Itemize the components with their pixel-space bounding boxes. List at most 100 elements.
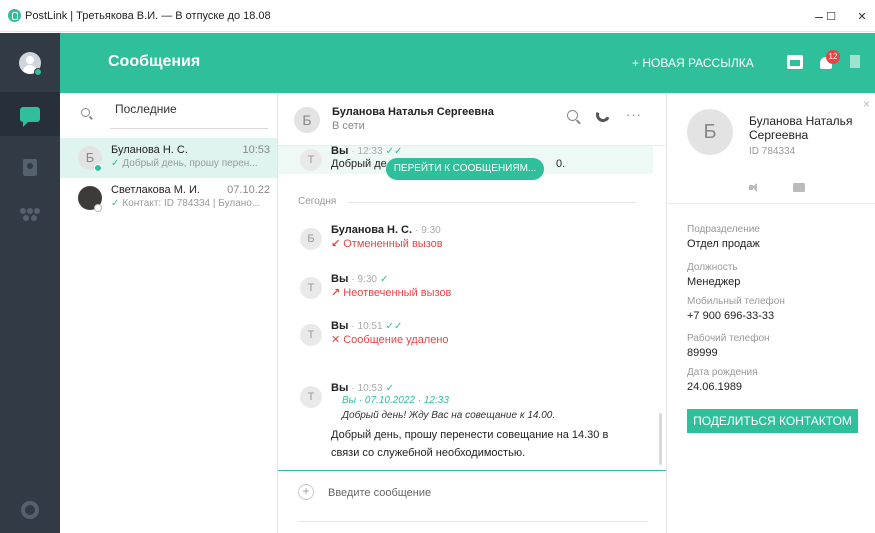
field-value-position: Менеджер (687, 276, 741, 288)
field-value-mobile[interactable]: +7 900 696-33-33 (687, 310, 774, 322)
field-label-work-phone: Рабочий телефон (687, 333, 770, 344)
rail-settings[interactable] (0, 488, 60, 532)
call-status: ↙ Отмененный вызов (331, 237, 443, 250)
message-time: · 9:30 (415, 225, 441, 236)
message-text-tail: 0. (556, 158, 566, 170)
field-label-birthday: Дата рождения (687, 367, 758, 378)
folder-icon[interactable] (793, 183, 805, 192)
read-check-icon: ✓✓ (385, 321, 403, 332)
conversation-name[interactable]: Буланова Наталья Сергеевна (332, 106, 494, 118)
call-status-text: Отмененный вызов (343, 238, 443, 250)
attach-plus-button[interactable]: + (298, 484, 314, 500)
online-status-dot (34, 68, 42, 76)
missed-call-arrow-icon: ↙ (331, 238, 341, 250)
search-underline (110, 128, 268, 129)
calendar-icon[interactable] (787, 55, 803, 69)
close-icon: ✕ (857, 10, 867, 23)
avatar: Б (687, 109, 733, 155)
call-status: ↗ Неотвеченный вызов (331, 286, 451, 299)
search-icon[interactable] (567, 110, 578, 121)
chat-name: Буланова Н. С. (111, 144, 188, 156)
author-name: Буланова Н. С. (331, 224, 413, 236)
field-label-position: Должность (687, 262, 738, 273)
message-text: Добрый де (331, 158, 387, 170)
deleted-status-text: Сообщение удалено (343, 334, 449, 346)
sent-check-icon: ✓ (380, 274, 389, 285)
divider (667, 203, 875, 204)
maximize-button[interactable]: ☐ (815, 0, 847, 32)
contacts-book-icon (23, 158, 37, 176)
maximize-icon: ☐ (826, 10, 836, 23)
chat-filter-label[interactable]: Последние (115, 102, 177, 116)
online-status-dot (94, 164, 102, 172)
avatar: Т (300, 277, 322, 299)
bookmark-icon[interactable] (850, 55, 860, 68)
check-icon: ✓ (111, 158, 120, 169)
groups-icon (20, 208, 40, 222)
scrollbar[interactable] (659, 413, 662, 465)
chat-preview-text: Добрый день, прошу перен... (122, 158, 258, 169)
left-rail (0, 33, 60, 533)
check-icon: ✓ (111, 198, 120, 209)
rail-messages[interactable] (0, 92, 60, 136)
conversation-status: В сети (332, 120, 365, 132)
chat-list: Последние Б Буланова Н. С. 10:53 ✓ Добрый… (60, 93, 278, 533)
contact-id: ID 784334 (749, 146, 796, 157)
avatar: Т (300, 386, 322, 408)
jump-to-messages-button[interactable]: ПЕРЕЙТИ К СООБЩЕНИЯМ... (386, 158, 544, 180)
contact-name: Буланова Наталья Сергеевна (749, 114, 853, 142)
more-options-icon[interactable]: ··· (626, 107, 642, 122)
avatar[interactable]: Б (294, 107, 320, 133)
author-name: Вы (331, 145, 349, 157)
new-mailing-button[interactable]: + НОВАЯ РАССЫЛКА (632, 56, 754, 70)
close-icon[interactable]: × (863, 97, 870, 111)
offline-status-dot (94, 204, 102, 212)
composer-divider (278, 470, 666, 471)
quoted-message-header: Вы · 07.10.2022 · 12:33 (342, 395, 449, 406)
postlink-logo-icon (8, 9, 21, 22)
message-author: Вы · 12:33 ✓✓ (331, 145, 402, 157)
avatar: Т (300, 324, 322, 346)
message-text: Добрый день, прошу перенести совещание н… (331, 429, 609, 459)
message-input[interactable]: Введите сообщение (328, 487, 431, 499)
mute-icon[interactable] (749, 183, 761, 192)
chat-item-bulanova[interactable]: Б Буланова Н. С. 10:53 ✓ Добрый день, про… (60, 138, 277, 178)
search-icon[interactable] (81, 108, 90, 117)
avatar: Б (300, 228, 322, 250)
read-check-icon: ✓✓ (385, 146, 403, 157)
gear-icon (21, 501, 39, 519)
phone-icon[interactable] (594, 106, 612, 124)
message-time: · 10:53 (351, 383, 383, 394)
field-value-department: Отдел продаж (687, 238, 760, 250)
outgoing-call-arrow-icon: ↗ (331, 287, 341, 299)
field-value-work-phone[interactable]: 89999 (687, 347, 718, 359)
field-label-mobile: Мобильный телефон (687, 296, 785, 307)
call-status-text: Неотвеченный вызов (343, 287, 452, 299)
window-title: PostLink | Третьякова В.И. — В отпуске д… (25, 9, 271, 22)
date-separator: Сегодня (298, 196, 337, 207)
author-name: Вы (331, 273, 349, 285)
message-author: Вы · 9:30 ✓ (331, 273, 388, 285)
notification-badge: 12 (826, 50, 840, 64)
message-time: · 10:51 (351, 321, 383, 332)
chat-name: Светлакова М. И. (111, 184, 200, 196)
rail-contacts[interactable] (0, 145, 60, 189)
chat-item-svetlakova[interactable]: Светлакова М. И. 07.10.22 ✓ Контакт: ID 7… (60, 178, 277, 218)
page-title: Сообщения (108, 53, 201, 70)
message-author: Вы · 10:51 ✓✓ (331, 320, 402, 332)
field-label-department: Подразделение (687, 224, 760, 235)
chat-preview-text: Контакт: ID 784334 | Булано... (122, 198, 261, 209)
chat-icon (20, 106, 40, 127)
share-contact-button[interactable]: ПОДЕЛИТЬСЯ КОНТАКТОМ (687, 409, 858, 433)
author-name: Вы (331, 382, 349, 394)
message-time: · 12:33 (351, 146, 383, 157)
deleted-x-icon: ✕ (331, 334, 341, 346)
deleted-status: ✕ Сообщение удалено (331, 333, 449, 346)
rail-groups[interactable] (0, 193, 60, 237)
message-author: Вы · 10:53 ✓ (331, 382, 394, 394)
field-value-birthday: 24.06.1989 (687, 381, 743, 393)
quoted-message-text: Добрый день! Жду Вас на совещание к 14.0… (342, 410, 556, 421)
chat-preview: ✓ Контакт: ID 784334 | Булано... (111, 198, 269, 209)
message-time: · 9:30 (351, 274, 377, 285)
close-window-button[interactable]: ✕ (846, 0, 875, 32)
